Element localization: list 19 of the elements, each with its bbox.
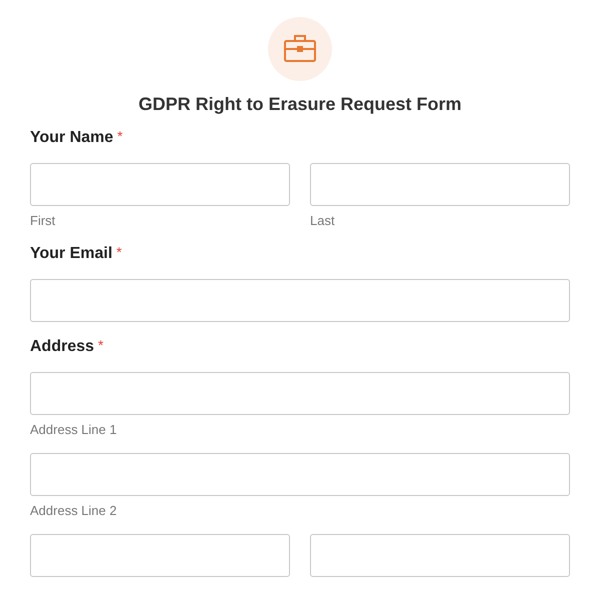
field-label: Your Name xyxy=(30,128,114,148)
input-field[interactable] xyxy=(30,372,570,415)
field-sublabel: Last xyxy=(310,213,336,229)
form-title: GDPR Right to Erasure Request Form xyxy=(138,94,462,114)
input-field[interactable] xyxy=(30,453,570,496)
briefcase-icon xyxy=(268,17,332,81)
input-field[interactable] xyxy=(30,163,290,206)
required-mark: * xyxy=(117,128,123,144)
input-field[interactable] xyxy=(310,163,570,206)
required-mark: * xyxy=(116,244,122,260)
input-field[interactable] xyxy=(30,534,290,577)
input-field[interactable] xyxy=(310,534,570,577)
field-sublabel: First xyxy=(30,213,56,229)
field-label: Your Email xyxy=(30,244,112,264)
input-field[interactable] xyxy=(30,279,570,322)
field-sublabel: Address Line 1 xyxy=(30,422,118,438)
required-mark: * xyxy=(98,337,104,353)
field-sublabel: Address Line 2 xyxy=(30,503,118,519)
field-label: Address xyxy=(30,337,94,357)
